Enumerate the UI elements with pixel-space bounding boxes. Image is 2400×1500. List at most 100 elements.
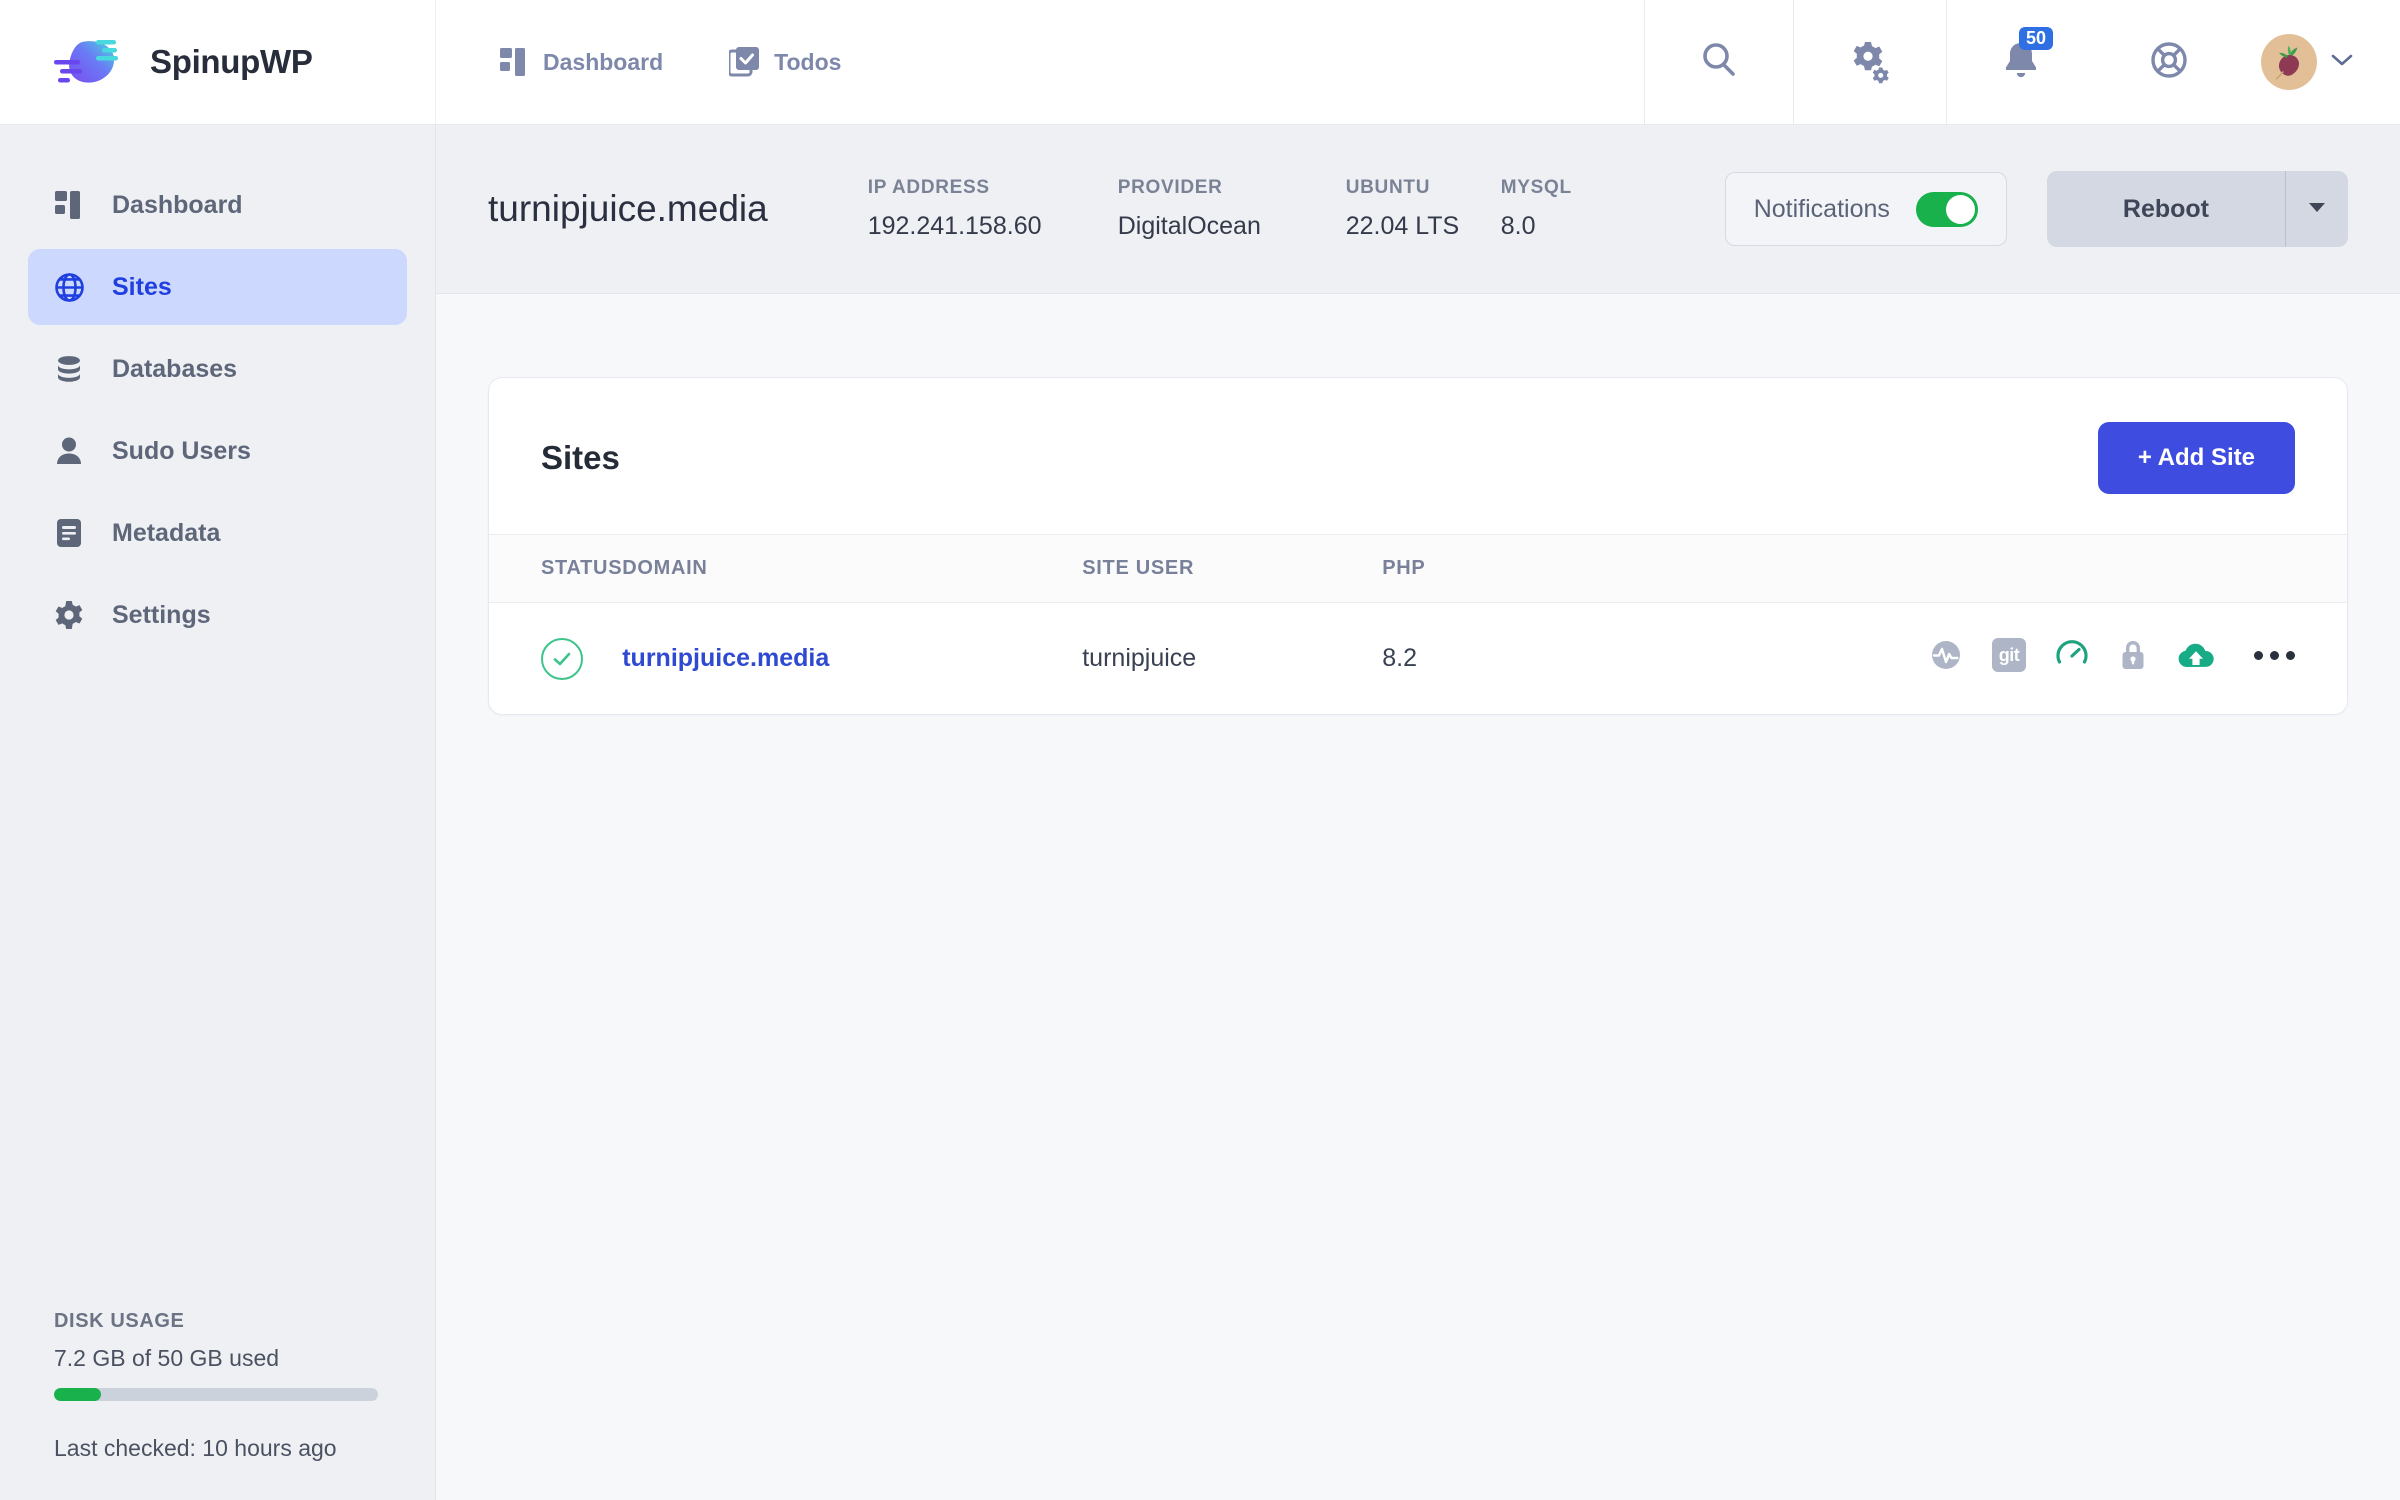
- sidebar-item-settings[interactable]: Settings: [28, 577, 407, 653]
- reboot-dropdown-toggle[interactable]: [2286, 171, 2348, 247]
- sidebar-label-metadata: Metadata: [112, 519, 220, 548]
- meta-label: PROVIDER: [1118, 177, 1346, 199]
- dashboard-grid-icon: [500, 48, 528, 76]
- sidebar-label-settings: Settings: [112, 601, 211, 630]
- disk-usage-text: 7.2 GB of 50 GB used: [54, 1345, 381, 1372]
- check-circle-icon: [541, 638, 583, 680]
- cell-php: 8.2: [1382, 603, 1712, 715]
- notifications-toggle-label: Notifications: [1754, 195, 1890, 224]
- meta-ubuntu: UBUNTU 22.04 LTS: [1346, 177, 1501, 241]
- meta-mysql: MYSQL 8.0: [1501, 177, 1621, 241]
- page-cache-gauge-icon[interactable]: [2054, 637, 2090, 673]
- server-meta-group: IP ADDRESS 192.241.158.60 PROVIDER Digit…: [868, 177, 1621, 241]
- sidebar-label-sudo-users: Sudo Users: [112, 437, 251, 466]
- ellipsis-menu-icon[interactable]: [2244, 651, 2295, 660]
- backup-cloud-upload-icon[interactable]: [2176, 639, 2216, 671]
- search-button[interactable]: [1645, 0, 1793, 124]
- top-navigation: Dashboard Todos: [436, 0, 841, 124]
- sidebar-item-databases[interactable]: Databases: [28, 331, 407, 407]
- support-button[interactable]: [2095, 0, 2243, 124]
- disk-last-checked: Last checked: 10 hours ago: [54, 1435, 381, 1462]
- notification-count-badge: 50: [2019, 27, 2053, 50]
- topnav-item-todos[interactable]: Todos: [729, 0, 841, 124]
- top-bar: SpinupWP Dashboard: [0, 0, 2400, 125]
- brand-logo-area[interactable]: SpinupWP: [0, 0, 436, 124]
- server-header-actions: Notifications Reboot: [1725, 171, 2348, 247]
- reboot-button[interactable]: Reboot: [2047, 171, 2286, 247]
- notifications-button[interactable]: 50: [1947, 0, 2095, 124]
- site-domain-link[interactable]: turnipjuice.media: [622, 644, 829, 672]
- spinupwp-app: SpinupWP Dashboard: [0, 0, 2400, 1500]
- toggle-switch[interactable]: [1916, 192, 1978, 227]
- sites-card: Sites + Add Site STATUS DOMAIN SITE USER…: [488, 377, 2348, 715]
- reboot-button-group: Reboot: [2047, 171, 2348, 247]
- column-header-site-user: SITE USER: [1082, 535, 1382, 603]
- spinupwp-logo-icon: [52, 32, 134, 92]
- database-icon: [52, 354, 86, 384]
- user-menu[interactable]: [2243, 0, 2400, 124]
- cell-site-user: turnipjuice: [1082, 603, 1382, 715]
- sidebar-item-sites[interactable]: Sites: [28, 249, 407, 325]
- main-content: turnipjuice.media IP ADDRESS 192.241.158…: [436, 125, 2400, 1500]
- column-header-domain: DOMAIN: [622, 535, 1082, 603]
- beet-avatar: [2261, 34, 2317, 90]
- sidebar-nav: Dashboard Sites: [0, 167, 435, 653]
- caret-down-icon: [2307, 200, 2327, 219]
- cell-actions: git: [1712, 603, 2347, 715]
- meta-label: IP ADDRESS: [868, 177, 1118, 199]
- body: Dashboard Sites: [0, 125, 2400, 1500]
- add-site-button[interactable]: + Add Site: [2098, 422, 2295, 494]
- dot: [2254, 651, 2263, 660]
- globe-icon: [52, 272, 86, 303]
- settings-button[interactable]: [1794, 0, 1946, 124]
- topbar-spacer: [841, 0, 1644, 124]
- topnav-label-todos: Todos: [774, 49, 841, 76]
- notifications-toggle[interactable]: Notifications: [1725, 172, 2007, 246]
- page-title: turnipjuice.media: [488, 188, 768, 230]
- column-header-actions: [1712, 535, 2347, 603]
- server-header: turnipjuice.media IP ADDRESS 192.241.158…: [436, 125, 2400, 294]
- user-icon: [52, 436, 86, 466]
- sidebar-item-metadata[interactable]: Metadata: [28, 495, 407, 571]
- disk-usage-bar-fill: [54, 1388, 101, 1401]
- content-area: Sites + Add Site STATUS DOMAIN SITE USER…: [436, 294, 2400, 1500]
- column-header-php: PHP: [1382, 535, 1712, 603]
- chevron-down-icon: [2330, 52, 2354, 73]
- disk-usage-section: DISK USAGE 7.2 GB of 50 GB used Last che…: [0, 1310, 435, 1500]
- document-icon: [52, 518, 86, 548]
- disk-usage-label: DISK USAGE: [54, 1310, 381, 1333]
- checkbox-list-icon: [729, 47, 759, 77]
- meta-ip-address: IP ADDRESS 192.241.158.60: [868, 177, 1118, 241]
- sites-card-header: Sites + Add Site: [489, 378, 2347, 534]
- bell-icon: 50: [1999, 37, 2043, 87]
- sites-table-head: STATUS DOMAIN SITE USER PHP: [489, 535, 2347, 603]
- sidebar-item-sudo-users[interactable]: Sudo Users: [28, 413, 407, 489]
- column-header-status: STATUS: [489, 535, 622, 603]
- cell-domain: turnipjuice.media: [622, 603, 1082, 715]
- top-bar-actions: 50: [1644, 0, 2400, 124]
- row-action-icons: git: [1928, 637, 2295, 673]
- cell-status: [489, 603, 622, 715]
- meta-value: 8.0: [1501, 212, 1621, 241]
- table-row: turnipjuice.media turnipjuice 8.2: [489, 603, 2347, 715]
- lifebuoy-icon: [2147, 38, 2191, 87]
- meta-value: 192.241.158.60: [868, 212, 1118, 241]
- git-badge-label: git: [1992, 638, 2026, 672]
- topnav-item-dashboard[interactable]: Dashboard: [500, 0, 663, 124]
- dot: [2270, 651, 2279, 660]
- meta-value: 22.04 LTS: [1346, 212, 1501, 241]
- dashboard-grid-icon: [52, 191, 86, 219]
- ssl-lock-icon[interactable]: [2118, 637, 2148, 673]
- monitoring-pulse-icon[interactable]: [1928, 637, 1964, 673]
- topnav-label-dashboard: Dashboard: [543, 49, 663, 76]
- gear-icon: [52, 600, 86, 630]
- cogs-icon: [1846, 36, 1894, 89]
- search-icon: [1699, 40, 1739, 85]
- meta-provider: PROVIDER DigitalOcean: [1118, 177, 1346, 241]
- sites-card-title: Sites: [541, 439, 620, 477]
- sites-table: STATUS DOMAIN SITE USER PHP: [489, 534, 2347, 714]
- git-icon[interactable]: git: [1992, 638, 2026, 672]
- dot: [2286, 651, 2295, 660]
- meta-value: DigitalOcean: [1118, 212, 1346, 241]
- sidebar-item-dashboard[interactable]: Dashboard: [28, 167, 407, 243]
